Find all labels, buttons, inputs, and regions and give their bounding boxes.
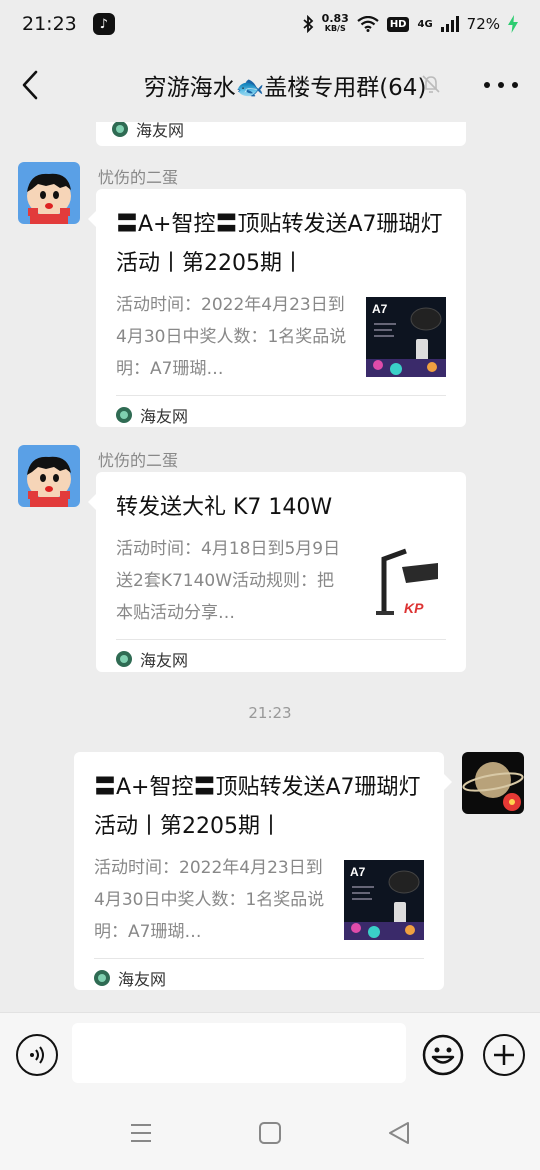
- bluetooth-icon: [303, 15, 313, 33]
- avatar[interactable]: [18, 162, 80, 224]
- voice-icon: [30, 1046, 44, 1064]
- planet-avatar-icon: [462, 752, 524, 814]
- network-type: 4G: [417, 18, 433, 30]
- thumbnail-label: A7: [350, 865, 366, 879]
- recent-apps-button[interactable]: [128, 1120, 154, 1146]
- status-time: 21:23: [22, 13, 77, 35]
- thumbnail-label: A7: [372, 302, 388, 316]
- link-card[interactable]: 〓A+智控〓顶贴转发送A7珊瑚灯活动丨第2205期丨 活动时间：2022年4月2…: [88, 189, 466, 427]
- tiktok-icon: ♪: [92, 13, 115, 35]
- status-indicators: 0.83 KB/S HD 4G 72%: [302, 12, 518, 34]
- charging-icon: [508, 15, 518, 33]
- chat-area[interactable]: 海友网 忧伤的二蛋 〓A+智控〓顶贴转发送A7珊瑚灯活动丨第2205期丨 活动时…: [0, 122, 540, 1012]
- card-source: 海友网: [116, 647, 188, 671]
- voice-input-button[interactable]: [16, 1034, 58, 1076]
- hd-badge: HD: [386, 16, 410, 32]
- source-logo-icon: [116, 407, 132, 423]
- sender-name: 忧伤的二蛋: [98, 168, 179, 187]
- cartoon-boy-avatar-icon: [18, 445, 80, 507]
- card-footer: 海友网: [116, 640, 446, 678]
- home-button[interactable]: [257, 1120, 283, 1146]
- status-bar: 21:23 ♪ 0.83 KB/S HD 4G 72%: [0, 0, 540, 48]
- mute-bell-icon: [422, 75, 440, 93]
- link-card[interactable]: 转发送大礼 K7 140W 活动时间：4月18日到5月9日送2套K7140W活动…: [88, 472, 466, 672]
- net-speed: 0.83 KB/S: [321, 12, 349, 34]
- card-description: 活动时间：2022年4月23日到4月30日中奖人数：1名奖品说明：A7珊瑚…: [116, 295, 347, 379]
- chat-title: 穷游海水🐟盖楼专用群(64): [143, 75, 427, 101]
- emoji-button[interactable]: [422, 1034, 464, 1076]
- card-body: 活动时间：2022年4月23日到4月30日中奖人数：1名奖品说明：A7珊瑚… A…: [94, 852, 424, 948]
- card-description: 活动时间：4月18日到5月9日送2套K7140W活动规则：把本贴活动分享…: [116, 539, 341, 623]
- signal-icon: [440, 16, 459, 32]
- net-speed-unit: KB/S: [324, 24, 346, 33]
- card-source: 海友网: [116, 403, 188, 427]
- more-dot-icon: [484, 82, 490, 88]
- my-avatar[interactable]: [462, 752, 524, 814]
- card-title: 〓A+智控〓顶贴转发送A7珊瑚灯活动丨第2205期丨: [116, 212, 443, 276]
- back-arrow-icon: [22, 70, 38, 100]
- cartoon-boy-avatar-icon: [18, 162, 80, 224]
- card-body: 活动时间：2022年4月23日到4月30日中奖人数：1名奖品说明：A7珊瑚… A…: [116, 289, 446, 385]
- net-speed-value: 0.83: [321, 12, 349, 25]
- source-logo-icon: [116, 651, 132, 667]
- link-card[interactable]: 〓A+智控〓顶贴转发送A7珊瑚灯活动丨第2205期丨 活动时间：2022年4月2…: [74, 752, 452, 990]
- card-title: 〓A+智控〓顶贴转发送A7珊瑚灯活动丨第2205期丨: [94, 775, 421, 839]
- chat-timestamp: 21:23: [248, 704, 292, 722]
- source-name: 海友网: [140, 407, 189, 426]
- more-functions-button[interactable]: [483, 1034, 525, 1076]
- more-dot-icon: [498, 82, 504, 88]
- card-title: 转发送大礼 K7 140W: [116, 495, 333, 520]
- partial-link-card[interactable]: 海友网: [96, 122, 466, 146]
- source-name: 海友网: [140, 651, 189, 670]
- card-body: 活动时间：4月18日到5月9日送2套K7140W活动规则：把本贴活动分享… KP: [116, 533, 446, 629]
- card-source: 海友网: [94, 966, 166, 990]
- card-source: 海友网: [112, 122, 184, 141]
- source-logo-icon: [112, 122, 128, 137]
- wifi-icon: [357, 16, 379, 32]
- k7-lamp-thumbnail: KP: [366, 541, 446, 621]
- more-options-button[interactable]: [484, 70, 518, 100]
- source-name: 海友网: [118, 970, 167, 989]
- avatar[interactable]: [18, 445, 80, 507]
- thumbnail-label: KP: [404, 600, 424, 616]
- card-footer: 海友网: [94, 959, 424, 997]
- message-input[interactable]: [72, 1023, 406, 1083]
- back-button[interactable]: [0, 48, 60, 122]
- chat-header: 穷游海水🐟盖楼专用群(64): [0, 48, 540, 122]
- a7-lamp-thumbnail: A7: [344, 860, 424, 940]
- source-logo-icon: [94, 970, 110, 986]
- more-dot-icon: [512, 82, 518, 88]
- sender-name: 忧伤的二蛋: [98, 451, 179, 470]
- a7-lamp-thumbnail: A7: [366, 297, 446, 377]
- system-nav-bar: [0, 1094, 540, 1170]
- nav-back-button[interactable]: [386, 1120, 412, 1146]
- battery-percent: 72%: [466, 15, 500, 33]
- source-name: 海友网: [136, 122, 185, 140]
- card-description: 活动时间：2022年4月23日到4月30日中奖人数：1名奖品说明：A7珊瑚…: [94, 858, 325, 942]
- card-footer: 海友网: [116, 396, 446, 434]
- input-bar: [0, 1012, 540, 1094]
- plus-icon: [494, 1045, 514, 1065]
